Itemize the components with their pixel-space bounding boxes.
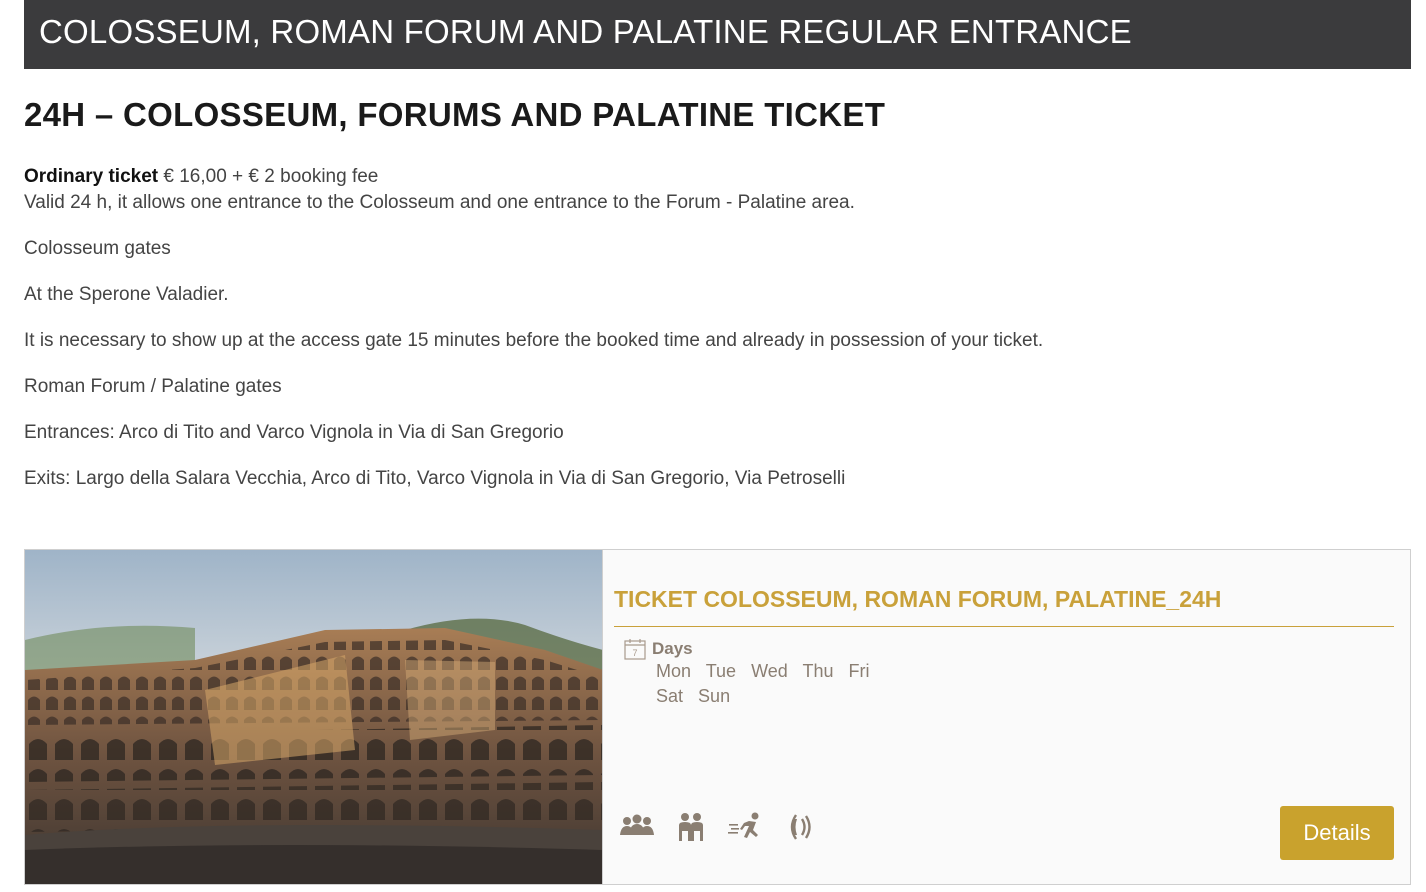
details-button[interactable]: Details [1280, 806, 1394, 860]
page-banner-title: COLOSSEUM, ROMAN FORUM AND PALATINE REGU… [24, 0, 1411, 69]
weekend-row: Sat Sun [656, 686, 740, 707]
card-divider [614, 626, 1394, 627]
svg-text:7: 7 [632, 648, 637, 658]
price-line: Ordinary ticket € 16,00 + € 2 booking fe… [24, 166, 378, 188]
colosseum-gates-note: It is necessary to show up at the access… [24, 330, 1044, 351]
day-sun: Sun [698, 686, 731, 706]
calendar-icon: 7 [624, 639, 646, 660]
couple-icon [679, 813, 703, 841]
day-mon: Mon [656, 661, 692, 681]
group-icon [620, 814, 654, 835]
ticket-card: TICKET COLOSSEUM, ROMAN FORUM, PALATINE_… [24, 549, 1411, 885]
colosseum-photo [25, 550, 603, 884]
days-label: Days [652, 639, 693, 658]
ticket-price: € 16,00 + € 2 booking fee [158, 166, 379, 187]
card-title: TICKET COLOSSEUM, ROMAN FORUM, PALATINE_… [614, 586, 1222, 612]
ticket-heading: 24H – COLOSSEUM, FORUMS AND PALATINE TIC… [24, 96, 886, 133]
colosseum-gates-title: Colosseum gates [24, 238, 171, 259]
forum-entrances: Entrances: Arco di Tito and Varco Vignol… [24, 422, 564, 443]
forum-gates-title: Roman Forum / Palatine gates [24, 376, 282, 397]
day-thu: Thu [802, 661, 834, 681]
ticket-validity: Valid 24 h, it allows one entrance to th… [24, 192, 855, 213]
day-tue: Tue [705, 661, 737, 681]
forum-exits: Exits: Largo della Salara Vecchia, Arco … [24, 468, 846, 489]
day-wed: Wed [751, 661, 788, 681]
weekday-row: Mon Tue Wed Thu Fri [656, 661, 880, 682]
running-person-icon [728, 812, 759, 838]
audio-guide-icon [790, 814, 811, 840]
day-fri: Fri [848, 661, 870, 681]
ordinary-ticket-label: Ordinary ticket [24, 166, 159, 187]
feature-icons [619, 811, 817, 843]
day-sat: Sat [656, 686, 684, 706]
colosseum-gates-location: At the Sperone Valadier. [24, 284, 229, 305]
